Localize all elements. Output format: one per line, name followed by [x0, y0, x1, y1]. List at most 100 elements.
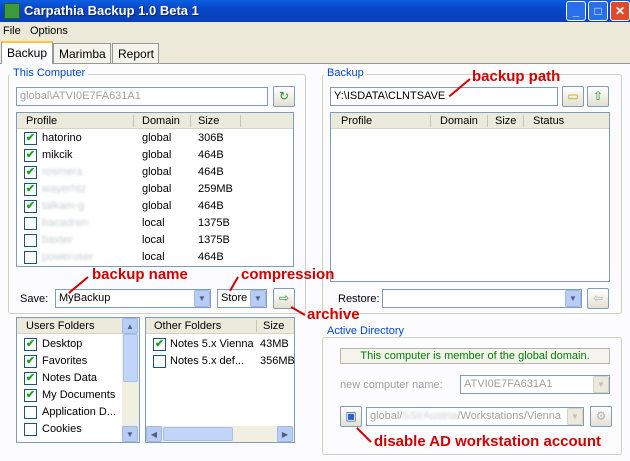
- checkbox[interactable]: ✔: [24, 338, 37, 351]
- refresh-icon[interactable]: ↻: [273, 86, 295, 107]
- users-folder-row[interactable]: ✔ My Documents: [17, 387, 122, 404]
- backup-label: Backup: [324, 67, 367, 79]
- users-folder-row[interactable]: ✔ Desktop: [17, 336, 122, 353]
- profile-row[interactable]: bacadren local 1375B: [17, 215, 293, 232]
- ad-settings-button[interactable]: ⚙: [590, 406, 612, 427]
- profile-row[interactable]: baxter local 1375B: [17, 232, 293, 249]
- annotation-archive: archive: [307, 306, 360, 323]
- active-directory-label: Active Directory: [324, 325, 408, 337]
- profile-domain: local: [142, 251, 165, 263]
- maximize-button[interactable]: □: [588, 1, 608, 21]
- checkbox[interactable]: ✔: [24, 355, 37, 368]
- profile-row[interactable]: ✔ talkam-g global 464B: [17, 198, 293, 215]
- checkbox[interactable]: [24, 423, 37, 436]
- other-folder-size: 43MB: [260, 338, 289, 350]
- chevron-down-icon[interactable]: ▼: [565, 290, 581, 307]
- users-folder-name: Desktop: [42, 338, 83, 350]
- profile-name: poweruser: [42, 251, 94, 263]
- users-folder-name: Notes Data: [42, 372, 98, 384]
- checkbox[interactable]: [24, 406, 37, 419]
- tab-report[interactable]: Report: [112, 43, 159, 63]
- menu-file[interactable]: File: [3, 25, 21, 37]
- ou-path-combo[interactable]: global/SSI/Austria/Workstations/Vienna: [366, 407, 584, 426]
- col-users-folders[interactable]: Users Folders: [26, 320, 94, 332]
- checkbox[interactable]: [153, 355, 166, 368]
- col-domain[interactable]: Domain: [142, 115, 180, 127]
- checkbox[interactable]: [24, 217, 37, 230]
- checkbox[interactable]: ✔: [24, 372, 37, 385]
- users-folder-name: Application D...: [42, 406, 116, 418]
- checkbox[interactable]: ✔: [24, 166, 37, 179]
- profile-row[interactable]: ✔ rosmera global 464B: [17, 164, 293, 181]
- profile-name: baxter: [42, 234, 73, 246]
- folder-icon[interactable]: ▭: [562, 86, 584, 107]
- checkbox[interactable]: ✔: [153, 338, 166, 351]
- users-folder-row[interactable]: Cookies: [17, 421, 122, 438]
- users-folder-row[interactable]: ✔ Notes Data: [17, 370, 122, 387]
- computer-path-field[interactable]: global\ATVI0E7FA631A1: [16, 87, 268, 106]
- backup-list[interactable]: [330, 112, 610, 282]
- checkbox[interactable]: ✔: [24, 389, 37, 402]
- checkbox[interactable]: [24, 234, 37, 247]
- new-computer-name-combo[interactable]: ATVI0E7FA631A1: [460, 375, 610, 394]
- scroll-down-icon[interactable]: ▼: [122, 426, 138, 442]
- up-folder-icon[interactable]: ⇧: [587, 86, 609, 107]
- col-backup-size[interactable]: Size: [495, 115, 516, 127]
- backup-name-value: MyBackup: [59, 292, 111, 304]
- backup-name-combo[interactable]: MyBackup: [55, 289, 211, 308]
- users-folder-row[interactable]: ✔ Favorites: [17, 353, 122, 370]
- backup-path-field[interactable]: Y:\ISDATA\CLNTSAVE: [330, 87, 558, 106]
- col-other-size[interactable]: Size: [263, 320, 284, 332]
- ou-path-suffix: /Workstations/Vienna: [457, 410, 561, 422]
- checkbox[interactable]: ✔: [24, 183, 37, 196]
- checkbox[interactable]: [24, 251, 37, 264]
- chevron-down-icon[interactable]: ▼: [593, 376, 609, 393]
- menu-bar: [0, 22, 630, 40]
- scrollbar-thumb[interactable]: [123, 334, 138, 382]
- users-folder-name: My Documents: [42, 389, 116, 401]
- checkbox[interactable]: ✔: [24, 132, 37, 145]
- profile-row[interactable]: poweruser local 464B: [17, 249, 293, 266]
- other-folder-row[interactable]: Notes 5.x def... 356MB: [146, 353, 295, 370]
- profile-domain: local: [142, 217, 165, 229]
- users-folder-row[interactable]: Application D...: [17, 404, 122, 421]
- close-button[interactable]: ✕: [610, 1, 630, 21]
- checkbox[interactable]: ✔: [24, 149, 37, 162]
- profile-row[interactable]: ✔ mikcik global 464B: [17, 147, 293, 164]
- col-size[interactable]: Size: [198, 115, 219, 127]
- profile-name: hatorino: [42, 132, 82, 144]
- profile-row[interactable]: ✔ wayerhtz global 259MB: [17, 181, 293, 198]
- window-title: Carpathia Backup 1.0 Beta 1: [24, 3, 199, 18]
- profile-domain: global: [142, 132, 172, 144]
- chevron-down-icon[interactable]: ▼: [250, 290, 266, 307]
- tab-marimba[interactable]: Marimba: [53, 43, 111, 63]
- profile-domain: global: [142, 166, 172, 178]
- scroll-up-icon[interactable]: ▲: [122, 318, 138, 334]
- col-backup-status[interactable]: Status: [533, 115, 564, 127]
- scroll-right-icon[interactable]: ▶: [277, 426, 293, 442]
- restore-button[interactable]: ⇦: [587, 288, 609, 309]
- col-backup-profile[interactable]: Profile: [341, 115, 372, 127]
- save-label: Save:: [20, 293, 49, 305]
- profile-row[interactable]: ✔ hatorino global 306B: [17, 130, 293, 147]
- col-other-folders[interactable]: Other Folders: [154, 320, 221, 332]
- chevron-down-icon[interactable]: ▼: [194, 290, 210, 307]
- col-backup-domain[interactable]: Domain: [440, 115, 478, 127]
- scrollbar-thumb[interactable]: [163, 427, 233, 441]
- restore-combo[interactable]: [382, 289, 582, 308]
- users-folder-name: Cookies: [42, 423, 82, 435]
- profile-name: wayerhtz: [42, 183, 87, 195]
- disable-ad-account-button[interactable]: ▣: [340, 406, 362, 427]
- scroll-left-icon[interactable]: ◀: [146, 426, 162, 442]
- profile-name: mikcik: [42, 149, 73, 161]
- annotation-backup-name: backup name: [92, 266, 188, 283]
- checkbox[interactable]: ✔: [24, 200, 37, 213]
- profile-domain: global: [142, 183, 172, 195]
- tab-backup[interactable]: Backup: [1, 41, 53, 64]
- profile-domain: global: [142, 200, 172, 212]
- other-folder-row[interactable]: ✔ Notes 5.x Vienna 43MB: [146, 336, 294, 353]
- minimize-button[interactable]: _: [566, 1, 586, 21]
- chevron-down-icon[interactable]: ▼: [567, 408, 583, 425]
- menu-options[interactable]: Options: [30, 25, 68, 37]
- col-profile[interactable]: Profile: [26, 115, 57, 127]
